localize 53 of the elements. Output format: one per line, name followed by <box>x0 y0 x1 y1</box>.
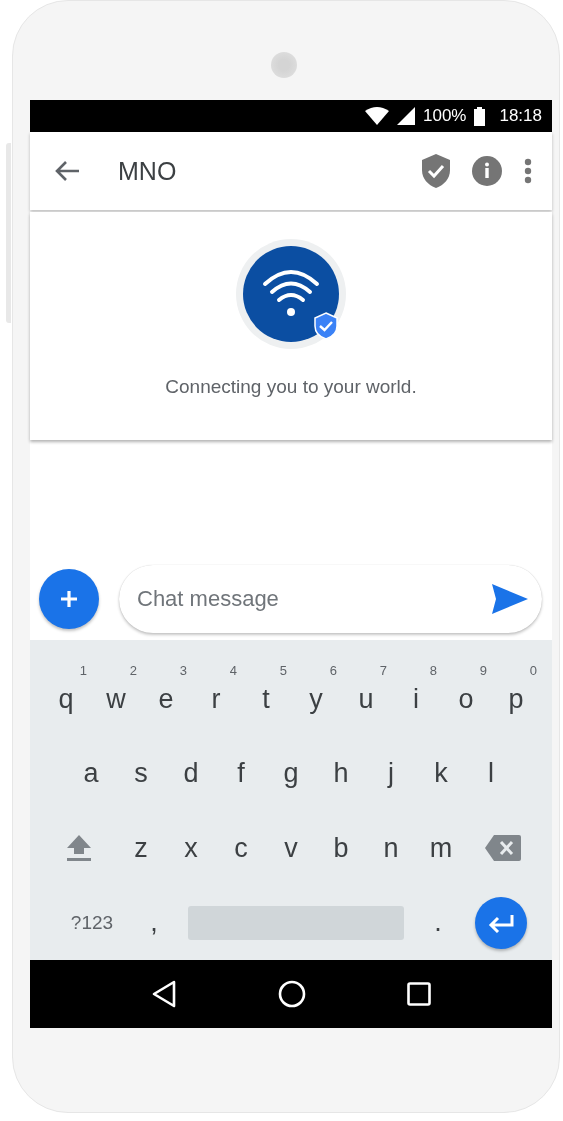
keyboard-key[interactable]: f <box>216 743 266 804</box>
keyboard-key[interactable]: . <box>413 892 463 953</box>
key-hint: 2 <box>129 663 137 679</box>
key-hint: 9 <box>479 663 487 679</box>
keyboard-key[interactable]: g <box>266 743 316 804</box>
enter-icon[interactable] <box>487 912 515 933</box>
battery-icon <box>474 106 486 126</box>
keyboard-key[interactable]: x <box>166 818 216 879</box>
clock: 18:18 <box>499 106 542 126</box>
keyboard-key[interactable]: , <box>129 892 179 953</box>
keyboard-key[interactable]: v <box>266 818 316 879</box>
key-hint: 7 <box>379 663 387 679</box>
home-icon[interactable] <box>278 980 306 1008</box>
back-arrow-icon[interactable] <box>54 160 80 182</box>
plus-icon[interactable] <box>59 589 79 609</box>
key-hint: 1 <box>79 663 87 679</box>
keyboard-key[interactable]: d <box>166 743 216 804</box>
more-menu-icon[interactable] <box>524 158 532 184</box>
speaker-grille <box>271 51 297 78</box>
shield-check-icon[interactable] <box>422 154 450 188</box>
keyboard-key[interactable]: n <box>366 818 416 879</box>
keyboard-key[interactable]: l <box>466 743 516 804</box>
add-button[interactable] <box>39 569 99 629</box>
send-icon[interactable] <box>492 584 528 614</box>
keyboard-key[interactable]: b <box>316 818 366 879</box>
battery-level: 100% <box>422 106 467 126</box>
enter-key[interactable] <box>475 896 527 949</box>
wifi-logo-icon <box>235 238 347 350</box>
back-icon[interactable] <box>150 980 177 1008</box>
key-hint: 4 <box>229 663 237 679</box>
key-hint: 8 <box>429 663 437 679</box>
chat-title: MNO <box>118 156 178 186</box>
keyboard-key[interactable]: m <box>416 818 466 879</box>
keyboard-key[interactable]: c <box>216 818 266 879</box>
keyboard-key[interactable]: z <box>116 818 166 879</box>
info-icon[interactable] <box>472 156 502 186</box>
key-hint: 6 <box>329 663 337 679</box>
keyboard-key[interactable]: j <box>366 743 416 804</box>
keyboard-key[interactable]: s <box>116 743 166 804</box>
keyboard-key[interactable]: k <box>416 743 466 804</box>
key-hint: 0 <box>529 663 537 679</box>
shift-icon[interactable] <box>66 833 92 864</box>
tagline: Connecting you to your world. <box>165 376 417 398</box>
backspace-icon[interactable] <box>485 835 521 862</box>
keyboard-key[interactable]: h <box>316 743 366 804</box>
signal-icon <box>396 107 415 125</box>
symbols-key[interactable]: ?123 <box>55 892 129 953</box>
key-hint: 5 <box>279 663 287 679</box>
keyboard-key[interactable]: a <box>66 743 116 804</box>
key-hint: 3 <box>179 663 187 679</box>
recents-icon[interactable] <box>407 982 432 1006</box>
wifi-icon <box>364 107 389 125</box>
message-field[interactable]: Chat message <box>135 585 492 613</box>
